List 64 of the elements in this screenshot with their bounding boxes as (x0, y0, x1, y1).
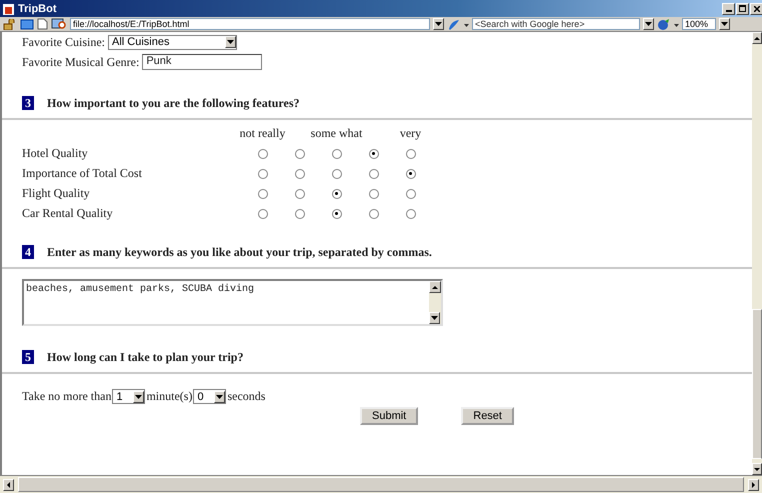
radio-button[interactable] (294, 188, 304, 198)
radio-button[interactable] (406, 168, 416, 178)
close-icon[interactable] (750, 2, 762, 14)
scale-label: not really (238, 126, 286, 141)
radio-button[interactable] (332, 188, 342, 198)
page-icon[interactable] (37, 18, 48, 30)
radio-button[interactable] (332, 208, 342, 218)
radio-button[interactable] (258, 208, 268, 218)
section-number: 4 (22, 245, 34, 259)
submit-button[interactable]: Submit (360, 407, 418, 425)
field-label: Favorite Musical Genre: (22, 54, 140, 70)
radio-button[interactable] (368, 168, 378, 178)
scroll-up-icon[interactable] (752, 32, 762, 44)
scale-label: some what (310, 126, 364, 141)
scroll-left-icon[interactable] (3, 478, 14, 490)
cuisine-select[interactable]: All Cuisines (108, 34, 237, 50)
time-label: Take no more than (22, 389, 112, 404)
field-label: Favorite Cuisine: (22, 34, 105, 50)
radio-button[interactable] (332, 148, 342, 158)
section-number: 5 (22, 350, 34, 364)
radio-button[interactable] (406, 208, 416, 218)
keywords-textarea[interactable]: beaches, amusement parks, SCUBA diving (22, 279, 443, 326)
horizontal-scrollbar-thumb[interactable] (18, 477, 744, 492)
radio-button[interactable] (368, 208, 378, 218)
radio-button[interactable] (332, 168, 342, 178)
globe-icon[interactable] (657, 18, 671, 30)
genre-input[interactable]: Punk (142, 54, 262, 70)
zoom-field[interactable]: 100% (682, 18, 716, 30)
search-field[interactable]: <Search with Google here> (472, 18, 640, 30)
minimize-icon[interactable] (722, 2, 735, 14)
radio-button[interactable] (368, 188, 378, 198)
section-heading: Enter as many keywords as you like about your trip, separated by commas. (47, 244, 432, 260)
radio-button[interactable] (294, 168, 304, 178)
seconds-select[interactable]: 0 (193, 389, 226, 404)
scroll-down-icon[interactable] (752, 463, 762, 475)
address-field[interactable]: file://localhost/E:/TripBot.html (70, 18, 430, 30)
vertical-scrollbar-thumb[interactable] (752, 308, 762, 458)
radio-button[interactable] (258, 188, 268, 198)
radio-button[interactable] (406, 188, 416, 198)
feature-label: Car Rental Quality (22, 206, 114, 221)
radio-button[interactable] (368, 148, 378, 158)
unit-label: minute(s) (146, 389, 192, 404)
feature-label: Importance of Total Cost (22, 166, 143, 181)
section-heading: How important to you are the following features? (47, 96, 300, 110)
window-title: TripBot (18, 2, 58, 14)
window-icon[interactable] (20, 18, 34, 30)
unit-label: seconds (227, 389, 266, 404)
section-heading: How long can I take to plan your trip? (47, 350, 244, 364)
radio-button[interactable] (294, 208, 304, 218)
radio-button[interactable] (258, 148, 268, 158)
radio-button[interactable] (406, 148, 416, 158)
scroll-right-icon[interactable] (748, 478, 759, 490)
feature-label: Flight Quality (22, 186, 91, 201)
browser-window-icon (3, 2, 14, 14)
maximize-icon[interactable] (736, 2, 749, 14)
section-number: 3 (22, 96, 34, 110)
scroll-up-icon[interactable] (429, 281, 441, 293)
feature-label: Hotel Quality (22, 146, 89, 161)
radio-button[interactable] (258, 168, 268, 178)
padlock-icon[interactable] (3, 18, 17, 30)
reset-button[interactable]: Reset (461, 407, 514, 425)
radio-button[interactable] (294, 148, 304, 158)
scale-label: very (398, 126, 422, 141)
minutes-select[interactable]: 1 (112, 389, 146, 404)
